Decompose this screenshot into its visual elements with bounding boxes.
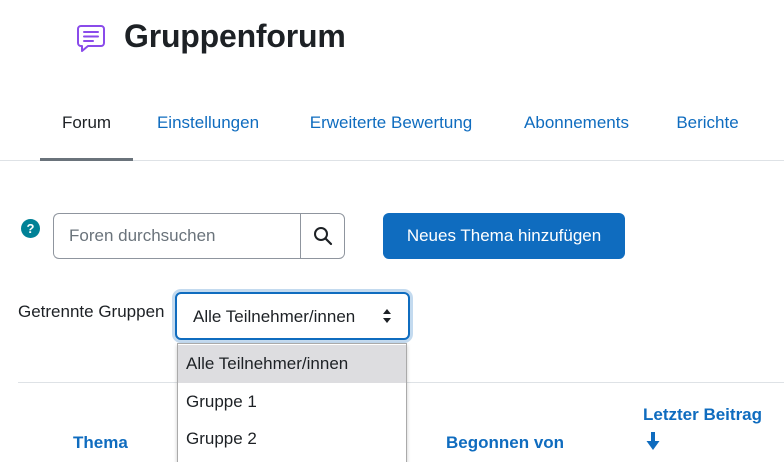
dropdown-option-all[interactable]: Alle Teilnehmer/innen [178, 345, 406, 383]
search-icon [313, 227, 332, 246]
sort-caret-icon [383, 309, 391, 323]
page-title: Gruppenforum [124, 18, 346, 54]
forum-icon [77, 25, 105, 52]
tab-abonnements[interactable]: Abonnements [519, 96, 634, 158]
dropdown-option-group-2[interactable]: Gruppe 2 [178, 420, 406, 458]
add-topic-button[interactable]: Neues Thema hinzufügen [383, 213, 625, 259]
groups-select-value: Alle Teilnehmer/innen [193, 307, 356, 326]
groups-select[interactable]: Alle Teilnehmer/innen [175, 292, 410, 340]
help-icon[interactable]: ? [21, 219, 40, 238]
page: Gruppenforum Forum Einstellungen Erweite… [0, 0, 784, 462]
arrow-down-icon [646, 432, 660, 450]
tab-erweiterte-bewertung[interactable]: Erweiterte Bewertung [303, 96, 479, 158]
search-button[interactable] [300, 213, 345, 259]
tab-einstellungen[interactable]: Einstellungen [153, 96, 263, 158]
dropdown-option-group-1[interactable]: Gruppe 1 [178, 383, 406, 421]
tab-berichte[interactable]: Berichte [674, 96, 741, 158]
column-header-started-by[interactable]: Begonnen von [446, 433, 564, 453]
secondary-navigation: Forum Einstellungen Erweiterte Bewertung… [0, 96, 784, 161]
groups-label: Getrennte Gruppen [18, 302, 165, 321]
groups-dropdown-list: Alle Teilnehmer/innen Gruppe 1 Gruppe 2 [177, 343, 407, 462]
column-header-last-post[interactable]: Letzter Beitrag [643, 405, 762, 425]
search-input[interactable] [53, 213, 301, 259]
column-header-topic[interactable]: Thema [73, 433, 128, 453]
tab-forum[interactable]: Forum [40, 96, 133, 161]
